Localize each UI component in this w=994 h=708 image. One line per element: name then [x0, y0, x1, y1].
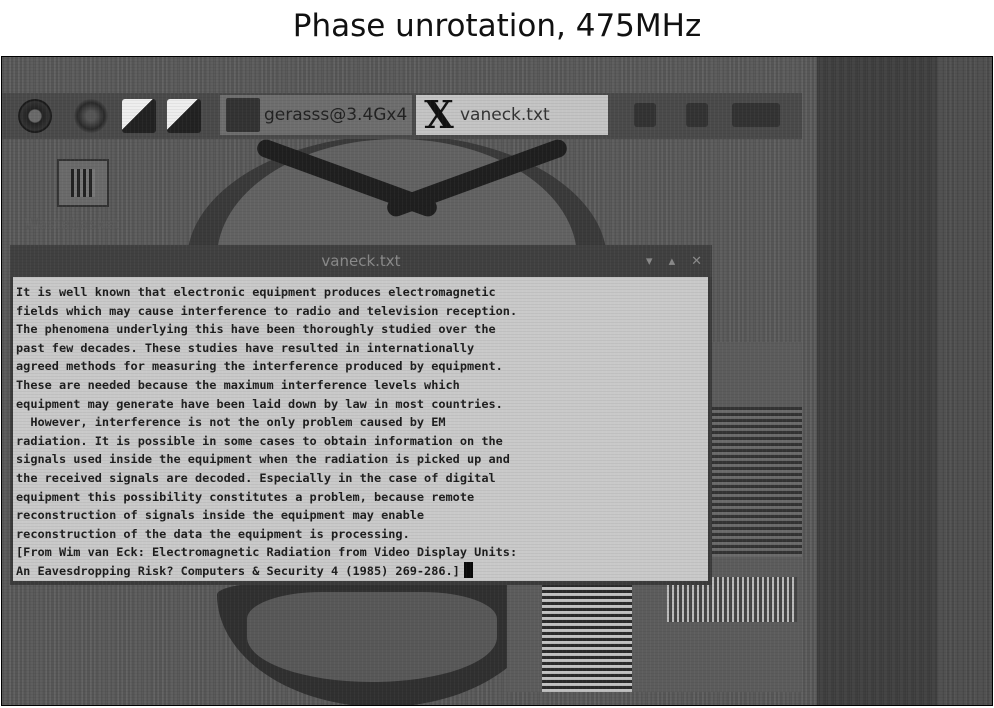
figure-title: Phase unrotation, 475MHz [292, 8, 702, 44]
text-line: It is well known that electronic equipme… [16, 285, 496, 299]
window-title[interactable]: vaneck.txt [10, 245, 712, 277]
background-window-scroll [707, 407, 802, 557]
text-cursor [463, 561, 473, 578]
text-line: agreed methods for measuring the interfe… [16, 359, 503, 374]
text-line: reconstruction of the data the equipment… [16, 526, 410, 541]
taskbar-task-terminal[interactable]: gerasss@3.4Gx4 [220, 95, 412, 135]
text-line: radiation. It is possible in some cases … [16, 433, 503, 448]
tray-icon[interactable] [686, 103, 708, 127]
text-line-last: An Eavesdropping Risk? Computers & Secur… [16, 561, 706, 581]
text-line: [From Wim van Eck: Electromagnetic Radia… [16, 545, 518, 560]
text-line: These are needed because the maximum int… [16, 377, 460, 392]
signal-band-far [937, 57, 992, 705]
close-icon[interactable]: ✕ [691, 254, 702, 269]
globe-icon[interactable] [74, 99, 108, 133]
text-line: equipment this possibility constitutes a… [16, 489, 475, 504]
text-line: However, interference is not the only pr… [16, 415, 446, 430]
text-line: past few decades. These studies have res… [16, 340, 475, 355]
clock-icon [732, 103, 780, 127]
text-line: equipment may generate have been laid do… [16, 396, 503, 411]
text-line: signals used inside the equipment when t… [16, 452, 510, 467]
editor-icon[interactable] [167, 99, 201, 133]
desktop-icon-label: Wastebasket [24, 215, 120, 233]
taskbar-task-label: gerasss@3.4Gx4 [264, 105, 408, 125]
terminal-icon[interactable] [122, 99, 156, 133]
wallpaper-moth-lower-inner [247, 592, 497, 682]
text-line: reconstruction of signals inside the equ… [16, 508, 425, 523]
gear-icon[interactable] [18, 99, 52, 133]
x-icon: X [424, 92, 454, 137]
text-line: An Eavesdropping Risk? Computers & Secur… [16, 563, 460, 578]
text-line: fields which may cause interference to r… [16, 303, 518, 318]
taskbar-task-vaneck[interactable]: X vaneck.txt [416, 95, 608, 135]
text-line: the received signals are decoded. Especi… [16, 470, 496, 485]
tray-icon[interactable] [634, 103, 656, 127]
maximize-icon[interactable]: ▴ [669, 254, 676, 269]
background-window-list [542, 582, 632, 692]
wastebasket-icon[interactable] [57, 159, 109, 207]
text-line: The phenomena underlying this have been … [16, 322, 496, 337]
text-editor-window[interactable]: vaneck.txt ▾ ▴ ✕ It is well known that e… [10, 245, 712, 585]
terminal-task-icon [226, 98, 260, 132]
text-area[interactable]: It is well known that electronic equipme… [13, 277, 708, 581]
minimize-icon[interactable]: ▾ [646, 254, 653, 269]
taskbar-task-label: vaneck.txt [460, 105, 550, 125]
signal-band [817, 57, 937, 705]
reconstructed-screen-image: gerasss@3.4Gx4 X vaneck.txt Wastebasket … [1, 56, 993, 706]
